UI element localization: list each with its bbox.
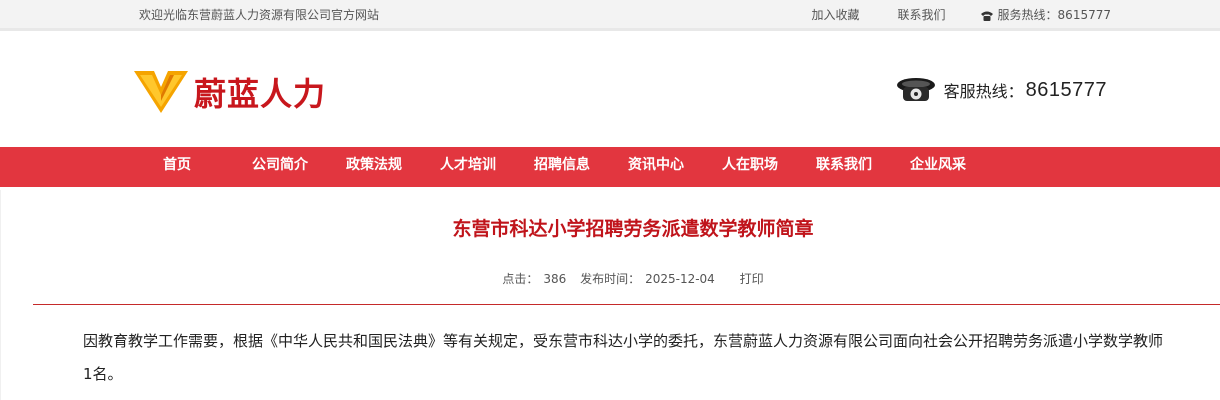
hotline-info: 服务热线：8615777 (980, 6, 1111, 23)
v-logo-icon (134, 71, 188, 113)
welcome-text: 欢迎光临东营蔚蓝人力资源有限公司官方网站 (139, 8, 380, 22)
title-divider (33, 304, 1220, 305)
hits-count: 386 (543, 272, 567, 286)
nav-item-gallery[interactable]: 企业风采 (891, 147, 985, 187)
nav-item-home[interactable]: 首页 (143, 147, 233, 187)
telephone-icon (896, 78, 935, 101)
service-number: 8615777 (1025, 78, 1107, 101)
site-logo[interactable]: 蔚蓝人力 (132, 69, 326, 115)
publish-date: 2025-12-04 (645, 272, 715, 286)
nav-item-policies[interactable]: 政策法规 (327, 147, 421, 187)
article-meta: 点击： 386 发布时间： 2025-12-04 打印 (1, 270, 1220, 287)
main-nav: 首页 公司简介 政策法规 人才培训 招聘信息 资讯中心 人在职场 联系我们 企业… (0, 147, 1220, 187)
service-hotline: 客服热线： 8615777 (896, 76, 1107, 104)
nav-item-training[interactable]: 人才培训 (421, 147, 515, 187)
paragraph-line: 1名。 (83, 365, 123, 383)
article-body: 因教育教学工作需要，根据《中华人民共和国民法典》等有关规定，受东营市科达小学的委… (83, 325, 1220, 391)
article-container: 东营市科达小学招聘劳务派遣数学教师简章 点击： 386 发布时间： 2025-12-… (0, 190, 1220, 400)
paragraph-line: 因教育教学工作需要，根据《中华人民共和国民法典》等有关规定，受东营市科达小学的委… (83, 332, 1164, 350)
service-label: 客服热线： (943, 82, 1024, 101)
hits-label: 点击： (502, 272, 539, 286)
telephone-icon (980, 11, 993, 21)
nav-item-contact[interactable]: 联系我们 (797, 147, 891, 187)
logo-text: 蔚蓝人力 (194, 75, 327, 113)
add-favorite-link[interactable]: 加入收藏 (812, 6, 860, 23)
article-title: 东营市科达小学招聘劳务派遣数学教师简章 (452, 218, 814, 240)
site-header: 蔚蓝人力 客服热线： 8615777 (0, 34, 1220, 147)
nav-item-workplace[interactable]: 人在职场 (703, 147, 797, 187)
top-links: 加入收藏 联系我们 服务热线：8615777 (812, 6, 1111, 23)
nav-item-company-profile[interactable]: 公司简介 (233, 147, 327, 187)
contact-us-link[interactable]: 联系我们 (898, 6, 946, 23)
nav-item-news[interactable]: 资讯中心 (609, 147, 703, 187)
print-link[interactable]: 打印 (740, 272, 764, 286)
nav-item-recruitment[interactable]: 招聘信息 (515, 147, 609, 187)
date-label: 发布时间： (580, 272, 641, 286)
top-bar: 欢迎光临东营蔚蓝人力资源有限公司官方网站 加入收藏 联系我们 服务热线：8615… (0, 0, 1220, 31)
hotline-text: 服务热线：8615777 (997, 8, 1111, 22)
